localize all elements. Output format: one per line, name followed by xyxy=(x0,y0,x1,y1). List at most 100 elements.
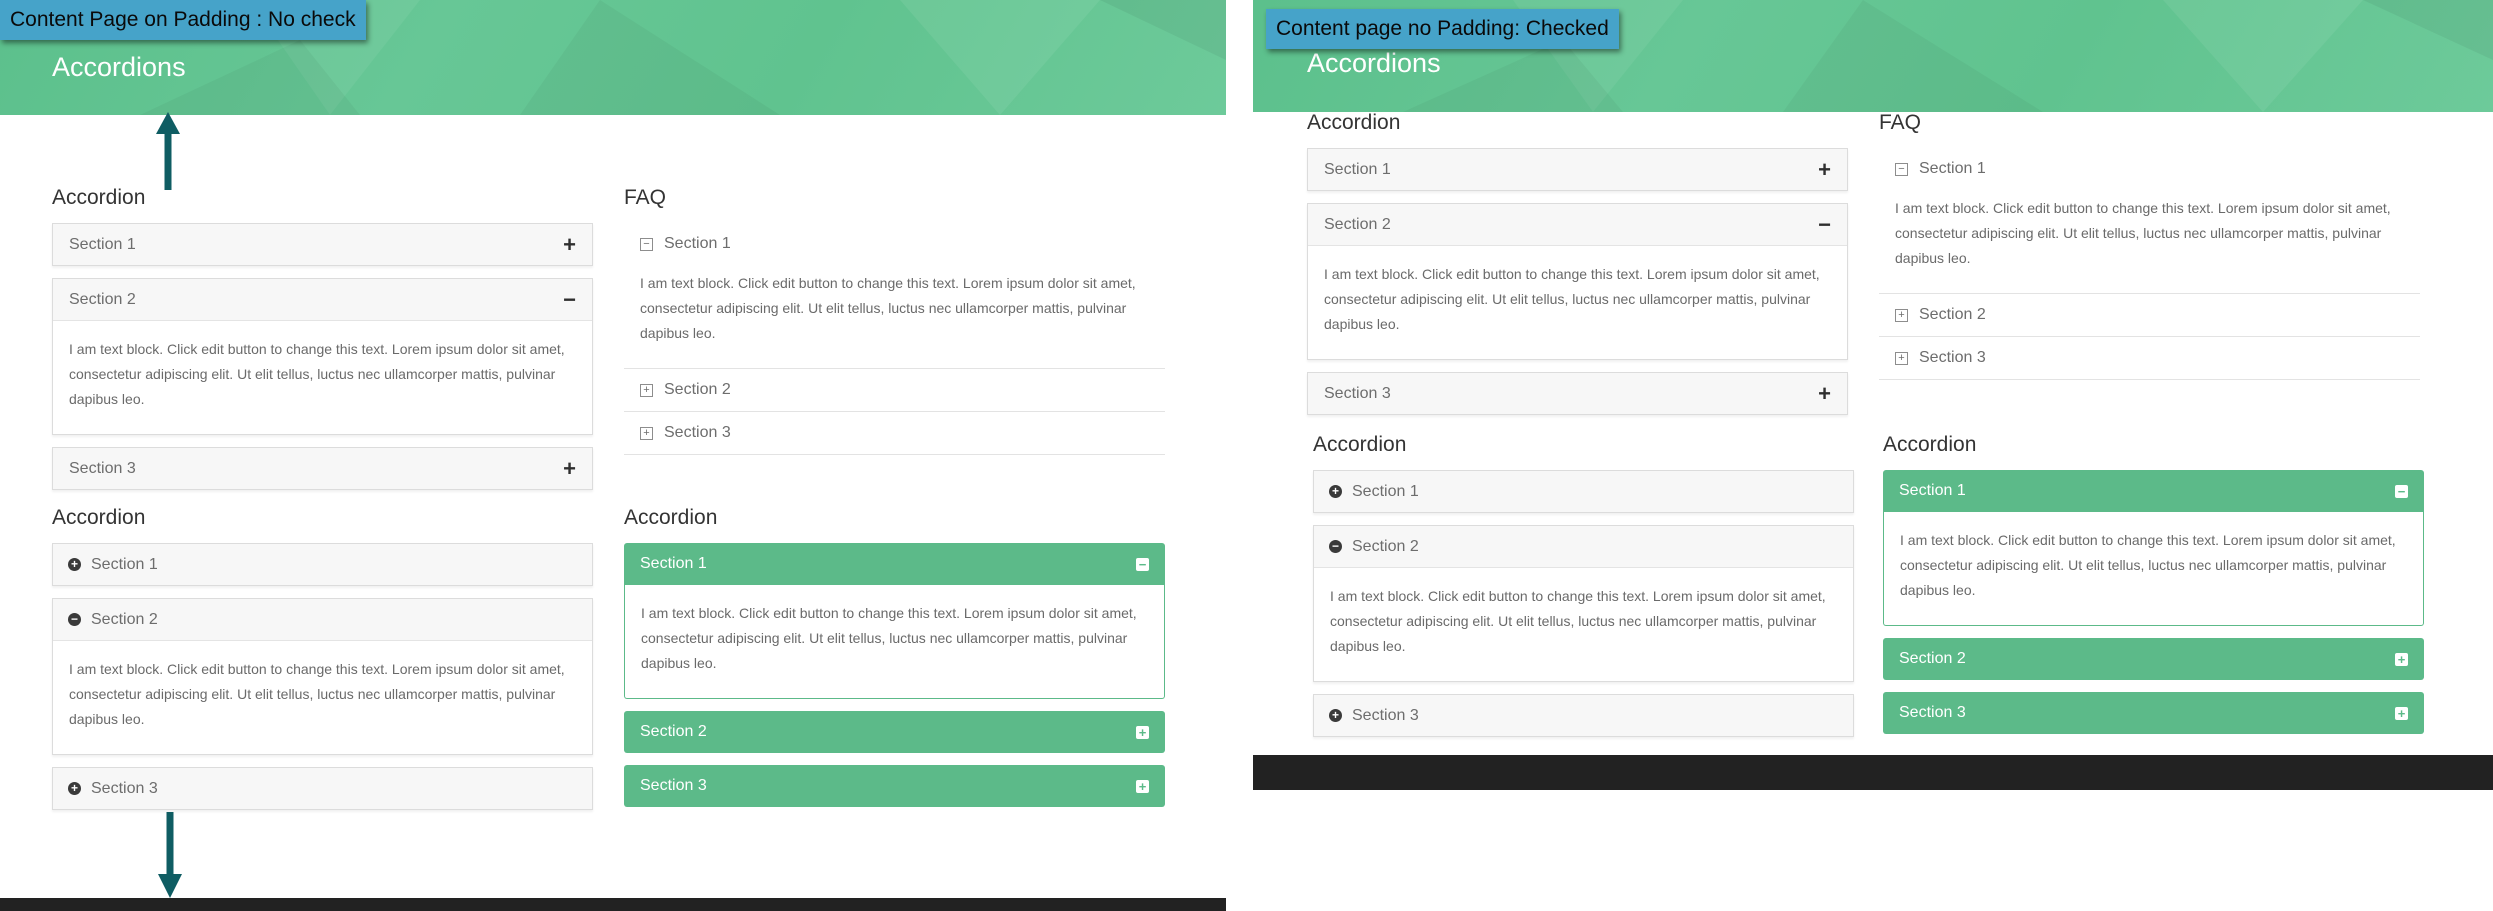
accordion-header-section-1[interactable]: Section 1 + xyxy=(1308,149,1847,190)
minus-square-icon: − xyxy=(640,237,653,251)
widget-title: Accordion xyxy=(1307,111,1401,134)
plus-icon: + xyxy=(1818,157,1831,182)
accordion-header-section-2[interactable]: Section 2 − xyxy=(53,279,592,320)
accordion-label: Section 2 xyxy=(640,723,707,740)
accordion-label: Section 3 xyxy=(640,777,707,794)
accordion-header-section-3[interactable]: Section 3 + xyxy=(53,448,592,489)
plus-icon: + xyxy=(1818,381,1831,406)
plus-icon: + xyxy=(563,232,576,257)
accordion-content: I am text block. Click edit button to ch… xyxy=(624,585,1165,699)
icon-accordion-widget: Accordion + Section 1 − Section 2 I am t… xyxy=(1313,432,1854,749)
plus-square-icon: + xyxy=(640,426,653,440)
page-title: Accordions xyxy=(1307,48,1441,78)
minus-square-icon: − xyxy=(2395,484,2408,498)
annotation-label: Content page no Padding: Checked xyxy=(1266,9,1619,49)
plus-circle-icon: + xyxy=(1329,485,1342,498)
faq-widget: FAQ − Section 1 I am text block. Click e… xyxy=(624,185,1165,455)
faq-label: Section 1 xyxy=(664,235,731,252)
accordion-header-section-3[interactable]: Section 3 + xyxy=(1883,692,2424,734)
accordion-label: Section 2 xyxy=(1352,538,1419,555)
faq-label: Section 3 xyxy=(1919,349,1986,366)
faq-item: − Section 1 I am text block. Click edit … xyxy=(1879,148,2420,294)
plus-circle-icon: + xyxy=(68,558,81,571)
accordion-item: Section 1 − I am text block. Click edit … xyxy=(624,543,1165,699)
plus-circle-icon: + xyxy=(68,782,81,795)
accordion-header-section-1[interactable]: Section 1 − xyxy=(624,543,1165,585)
plus-circle-icon: + xyxy=(1329,709,1342,722)
faq-header-section-3[interactable]: + Section 3 xyxy=(624,412,1165,454)
faq-content: I am text block. Click edit button to ch… xyxy=(640,275,1136,341)
faq-label: Section 2 xyxy=(664,381,731,398)
green-accordion-widget: Accordion Section 1 − I am text block. C… xyxy=(624,505,1165,819)
faq-header-section-3[interactable]: + Section 3 xyxy=(1879,337,2420,379)
icon-accordion-widget: Accordion + Section 1 − Section 2 I am t… xyxy=(52,505,593,822)
accordion-content: I am text block. Click edit button to ch… xyxy=(1883,512,2424,626)
minus-square-icon: − xyxy=(1136,557,1149,571)
page-title: Accordions xyxy=(52,52,186,82)
accordion-item: + Section 3 xyxy=(1313,694,1854,737)
accordion-item: Section 2 + xyxy=(624,711,1165,753)
down-arrow-annotation xyxy=(158,812,182,898)
widget-title: Accordion xyxy=(624,506,718,529)
faq-content: I am text block. Click edit button to ch… xyxy=(1895,200,2391,266)
widget-title: FAQ xyxy=(624,186,667,209)
accordion-item: Section 2 + xyxy=(1883,638,2424,680)
accordion-content: I am text block. Click edit button to ch… xyxy=(1308,245,1847,359)
accordion-header-section-2[interactable]: Section 2 + xyxy=(624,711,1165,753)
accordion-label: Section 3 xyxy=(69,460,136,477)
accordion-label: Section 1 xyxy=(69,236,136,253)
faq-item: + Section 3 xyxy=(624,412,1165,455)
accordion-header-section-3[interactable]: Section 3 + xyxy=(624,765,1165,807)
minus-square-icon: − xyxy=(1895,162,1908,176)
accordion-label: Section 1 xyxy=(1324,161,1391,178)
accordion-item: − Section 2 I am text block. Click edit … xyxy=(52,598,593,755)
accordion-header-section-3[interactable]: + Section 3 xyxy=(53,768,592,809)
accordion-content: I am text block. Click edit button to ch… xyxy=(1314,567,1853,681)
accordion-item: Section 3 + xyxy=(1307,372,1848,415)
minus-circle-icon: − xyxy=(68,613,81,626)
faq-header-section-2[interactable]: + Section 2 xyxy=(1879,294,2420,336)
faq-header-section-1[interactable]: − Section 1 xyxy=(1879,148,2420,190)
accordion-label: Section 2 xyxy=(91,611,158,628)
plus-square-icon: + xyxy=(2395,706,2408,720)
accordion-header-section-1[interactable]: Section 1 + xyxy=(53,224,592,265)
accordion-header-section-2[interactable]: − Section 2 xyxy=(53,599,592,640)
plus-square-icon: + xyxy=(1895,351,1908,365)
green-accordion-widget: Accordion Section 1 − I am text block. C… xyxy=(1883,432,2424,746)
accordion-header-section-1[interactable]: Section 1 − xyxy=(1883,470,2424,512)
accordion-label: Section 3 xyxy=(1352,707,1419,724)
plus-square-icon: + xyxy=(1136,725,1149,739)
accordion-header-section-2[interactable]: Section 2 + xyxy=(1883,638,2424,680)
accordion-item: Section 1 + xyxy=(1307,148,1848,191)
widget-title: Accordion xyxy=(1313,433,1407,456)
up-arrow-annotation xyxy=(156,112,180,190)
accordion-item: Section 1 + xyxy=(52,223,593,266)
faq-item: + Section 3 xyxy=(1879,337,2420,380)
faq-header-section-2[interactable]: + Section 2 xyxy=(624,369,1165,411)
faq-item: − Section 1 I am text block. Click edit … xyxy=(624,223,1165,369)
left-screenshot-panel: Accordions Content Page on Padding : No … xyxy=(0,0,1226,911)
accordion-item: + Section 1 xyxy=(52,543,593,586)
accordion-header-section-2[interactable]: − Section 2 xyxy=(1314,526,1853,567)
accordion-header-section-1[interactable]: + Section 1 xyxy=(53,544,592,585)
widget-title: Accordion xyxy=(52,186,146,209)
accordion-label: Section 1 xyxy=(1352,483,1419,500)
accordion-item: + Section 1 xyxy=(1313,470,1854,513)
plus-square-icon: + xyxy=(640,383,653,397)
accordion-header-section-1[interactable]: + Section 1 xyxy=(1314,471,1853,512)
plus-square-icon: + xyxy=(1136,779,1149,793)
accordion-header-section-3[interactable]: Section 3 + xyxy=(1308,373,1847,414)
accordion-header-section-2[interactable]: Section 2 − xyxy=(1308,204,1847,245)
faq-label: Section 1 xyxy=(1919,160,1986,177)
accordion-item: Section 2 − I am text block. Click edit … xyxy=(1307,203,1848,360)
accordion-content: I am text block. Click edit button to ch… xyxy=(53,320,592,434)
accordion-content: I am text block. Click edit button to ch… xyxy=(53,640,592,754)
toggle-accordion-widget: Accordion Section 1 + Section 2 − I am t… xyxy=(52,185,593,502)
faq-label: Section 2 xyxy=(1919,306,1986,323)
plus-icon: + xyxy=(563,456,576,481)
footer-bar xyxy=(0,898,1226,911)
accordion-header-section-3[interactable]: + Section 3 xyxy=(1314,695,1853,736)
accordion-label: Section 3 xyxy=(91,780,158,797)
faq-item: + Section 2 xyxy=(624,369,1165,412)
faq-header-section-1[interactable]: − Section 1 xyxy=(624,223,1165,265)
